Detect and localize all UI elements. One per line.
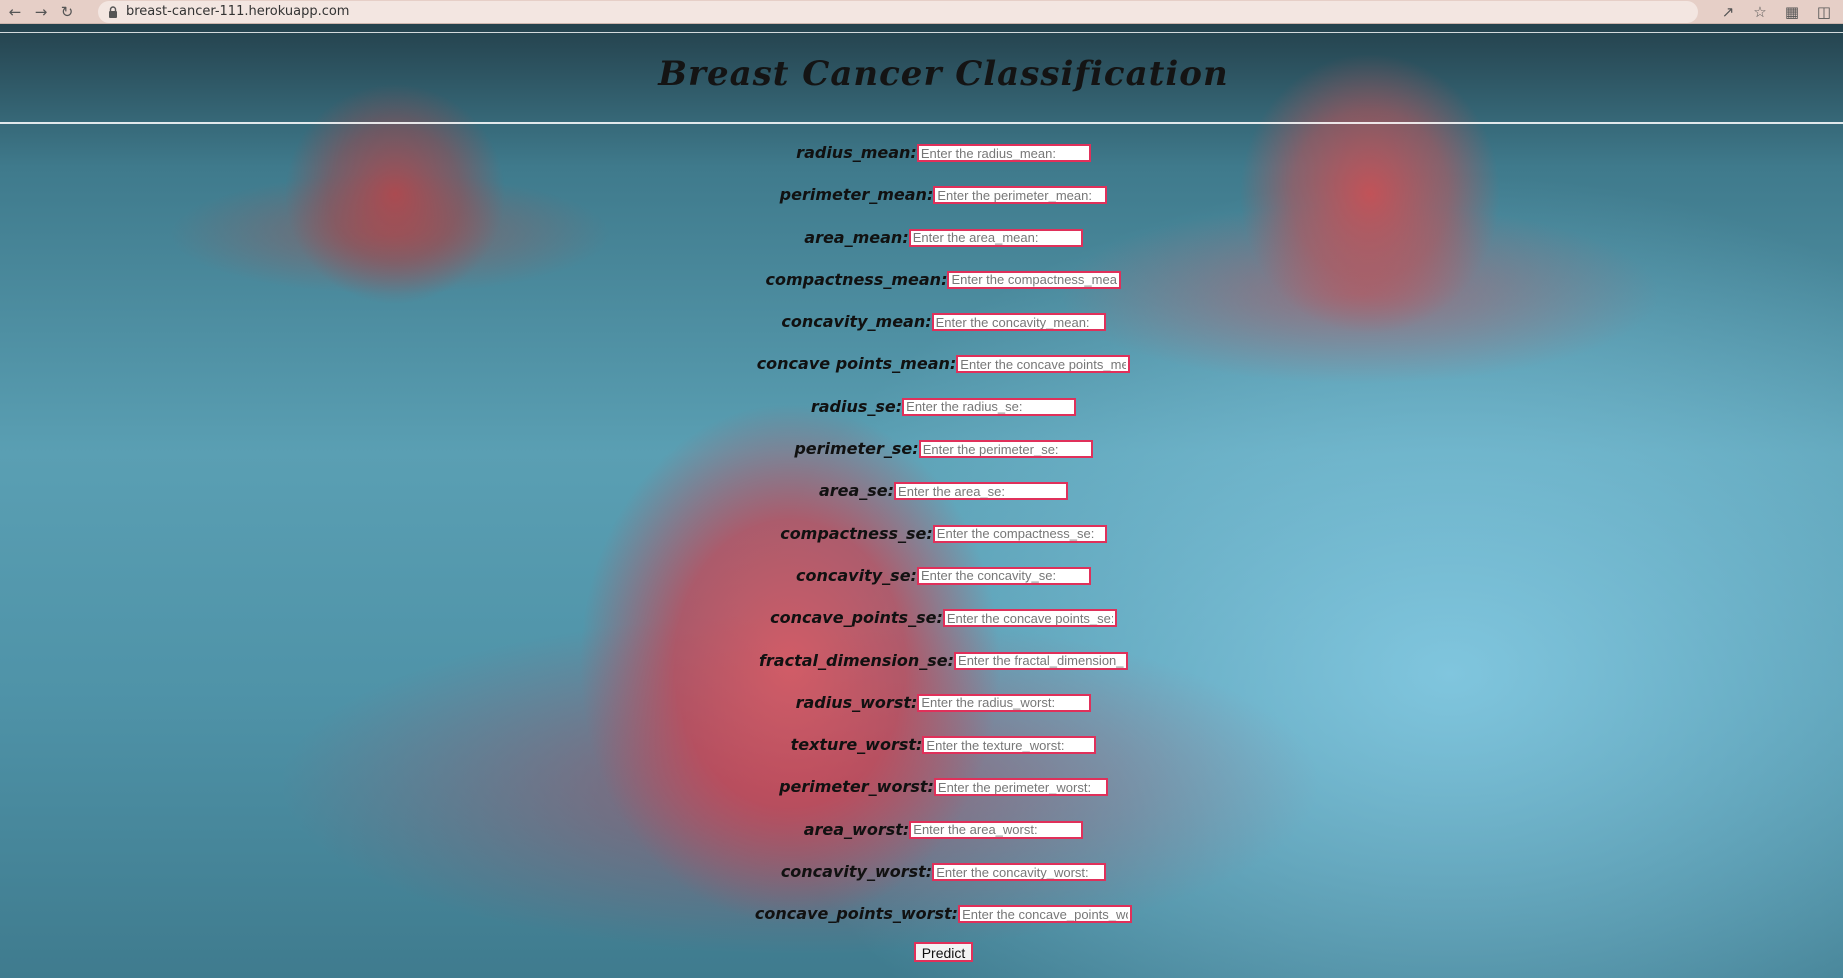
form-row: concavity_worst: (0, 862, 1843, 904)
field-input[interactable] (909, 820, 1084, 839)
field-input[interactable] (908, 228, 1083, 247)
star-icon[interactable]: ☆ (1749, 1, 1771, 23)
field-label: concave_points_worst: (754, 904, 959, 924)
field-label: concavity_mean: (781, 312, 932, 332)
predict-button[interactable]: Predict (913, 941, 974, 962)
field-input[interactable] (894, 482, 1069, 501)
form-row: fractal_dimension_se: (0, 651, 1843, 693)
form-row: concavity_se: (0, 566, 1843, 608)
page-viewport: Breast Cancer Classification radius_mean… (0, 24, 1843, 978)
field-input[interactable] (932, 524, 1107, 543)
field-input[interactable] (902, 397, 1077, 416)
field-label: perimeter_worst: (779, 777, 934, 797)
field-label: perimeter_mean: (779, 185, 934, 205)
field-label: radius_mean: (796, 143, 917, 162)
form-row: area_worst: (0, 820, 1843, 862)
address-bar[interactable]: breast-cancer-111.herokuapp.com (98, 0, 1698, 23)
side-panel-icon[interactable]: ◫ (1813, 1, 1835, 23)
field-label: compactness_se: (780, 523, 933, 543)
prediction-form: radius_mean: perimeter_mean: area_mean:com… (0, 143, 1843, 962)
field-label: compactness_mean: (765, 269, 948, 289)
field-label: area_mean: (804, 227, 909, 247)
form-row: concave_points_se: (0, 608, 1843, 650)
form-row: compactness_se: (0, 524, 1843, 566)
field-input[interactable] (922, 736, 1097, 755)
browser-toolbar: ← → ↻ breast-cancer-111.herokuapp.com ↗ … (0, 0, 1843, 24)
reload-icon[interactable]: ↻ (56, 1, 78, 23)
form-row: radius_mean: (0, 143, 1843, 185)
field-input[interactable] (917, 693, 1092, 712)
back-arrow-icon[interactable]: ← (4, 1, 26, 23)
field-label: radius_se: (810, 396, 903, 416)
field-input[interactable] (932, 863, 1107, 882)
form-row: perimeter_worst: (0, 777, 1843, 819)
field-input[interactable] (916, 566, 1091, 585)
form-row: concavity_mean: (0, 312, 1843, 354)
puzzle-icon[interactable]: ▦ (1781, 1, 1803, 23)
form-row: compactness_mean: (0, 270, 1843, 312)
lock-icon (109, 5, 117, 18)
field-input[interactable] (947, 270, 1122, 289)
form-row: perimeter_mean: (0, 185, 1843, 227)
field-input[interactable] (956, 355, 1131, 374)
field-input[interactable] (916, 144, 1091, 162)
field-label: area_worst: (803, 819, 910, 839)
field-label: concave points_mean: (756, 354, 957, 374)
field-input[interactable] (918, 440, 1093, 459)
top-divider (0, 32, 1843, 33)
form-row: area_mean: (0, 228, 1843, 270)
field-label: concave_points_se: (770, 608, 943, 628)
form-row: area_se: (0, 481, 1843, 523)
field-label: fractal_dimension_se: (758, 650, 955, 670)
field-label: texture_worst: (790, 735, 923, 755)
field-input[interactable] (954, 651, 1129, 670)
field-label: concavity_worst: (780, 862, 933, 882)
field-label: perimeter_se: (794, 439, 919, 459)
form-row: perimeter_se: (0, 439, 1843, 481)
field-input[interactable] (942, 609, 1117, 628)
share-icon[interactable]: ↗ (1717, 1, 1739, 23)
form-row: radius_se: (0, 397, 1843, 439)
header-divider (0, 122, 1843, 124)
field-input[interactable] (933, 778, 1108, 797)
forward-arrow-icon[interactable]: → (30, 1, 52, 23)
field-input[interactable] (958, 905, 1133, 924)
form-row: concave points_mean: (0, 354, 1843, 396)
form-row: radius_worst: (0, 693, 1843, 735)
field-label: radius_worst: (795, 692, 918, 712)
url-text: breast-cancer-111.herokuapp.com (126, 4, 350, 19)
field-input[interactable] (931, 313, 1106, 332)
form-row: texture_worst: (0, 735, 1843, 777)
field-input[interactable] (933, 186, 1108, 205)
field-label: area_se: (818, 481, 895, 501)
form-row: concave_points_worst: (0, 904, 1843, 946)
page-title: Breast Cancer Classification (658, 54, 1229, 94)
field-label: concavity_se: (796, 565, 917, 585)
